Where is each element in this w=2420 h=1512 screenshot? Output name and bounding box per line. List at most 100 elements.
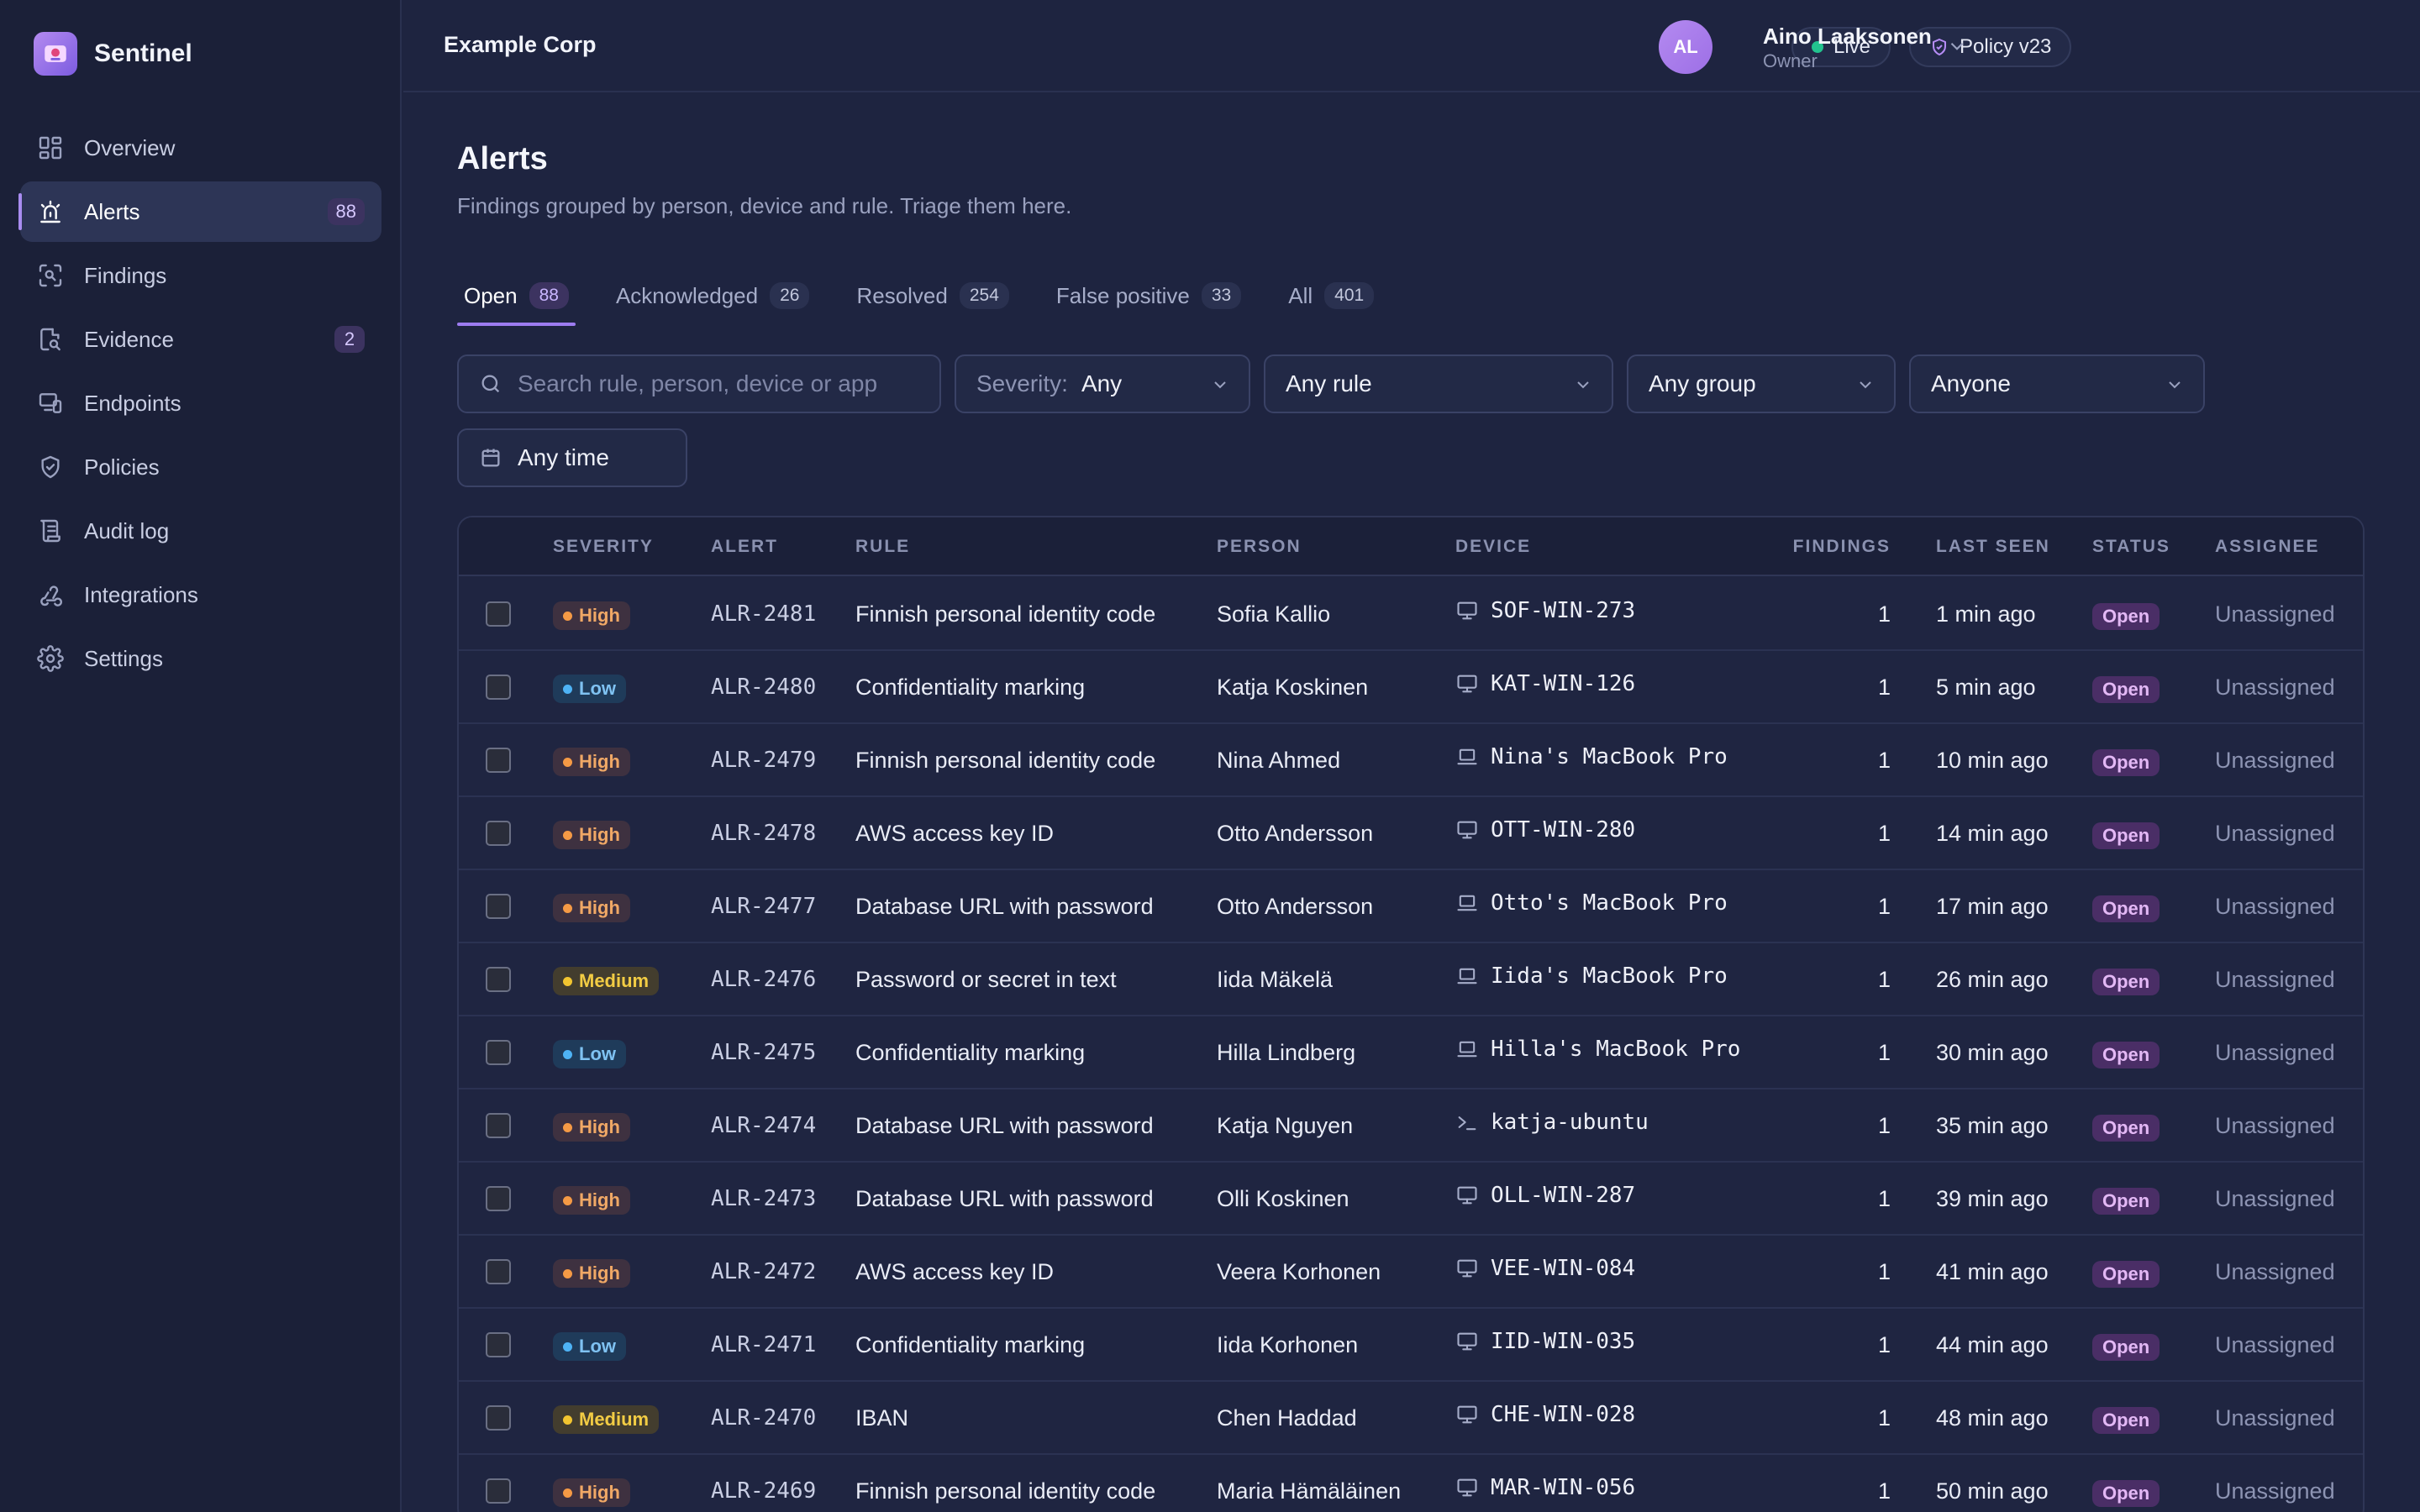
row-checkbox[interactable] — [486, 1332, 511, 1357]
assignee[interactable]: Unassigned — [2215, 675, 2335, 701]
table-row[interactable]: High ALR-2469 Finnish personal identity co… — [459, 1455, 2363, 1512]
device: VEE-WIN-084 — [1455, 1256, 1635, 1281]
alert-id[interactable]: ALR-2480 — [711, 675, 816, 700]
person-name: Otto Andersson — [1217, 821, 1374, 846]
assignee[interactable]: Unassigned — [2215, 1186, 2335, 1212]
row-checkbox[interactable] — [486, 1405, 511, 1431]
sidebar-item-integrations[interactable]: Integrations — [20, 564, 381, 625]
assignee[interactable]: Unassigned — [2215, 1478, 2335, 1504]
assignee[interactable]: Unassigned — [2215, 821, 2335, 847]
alert-id[interactable]: ALR-2471 — [711, 1332, 816, 1357]
user-name[interactable]: Aino Laaksonen — [1763, 24, 1932, 50]
search-input[interactable] — [518, 370, 887, 397]
column-header-findings[interactable]: FINDINGS — [1793, 537, 1891, 557]
alert-id[interactable]: ALR-2479 — [711, 748, 816, 773]
assignee-select[interactable]: Anyone — [1909, 354, 2205, 413]
assignee[interactable]: Unassigned — [2215, 1040, 2335, 1066]
rule-name: Finnish personal identity code — [855, 748, 1156, 773]
column-header-alert[interactable]: ALERT — [711, 537, 778, 557]
row-checkbox[interactable] — [486, 967, 511, 992]
sidebar-item-findings[interactable]: Findings — [20, 245, 381, 306]
severity-dot-icon — [563, 1195, 572, 1205]
column-header-severity[interactable]: SEVERITY — [553, 537, 654, 557]
rule-name: Database URL with password — [855, 894, 1154, 919]
group-select[interactable]: Any group — [1627, 354, 1896, 413]
table-row[interactable]: Low ALR-2471 Confidentiality marking Iida K… — [459, 1309, 2363, 1382]
tab-acknowledged[interactable]: Acknowledged 26 — [609, 265, 816, 326]
table-row[interactable]: High ALR-2477 Database URL with password Ot… — [459, 870, 2363, 943]
row-checkbox[interactable] — [486, 748, 511, 773]
assignee[interactable]: Unassigned — [2215, 748, 2335, 774]
alert-id[interactable]: ALR-2469 — [711, 1478, 816, 1504]
top-header: Example Corp Live Policy v23 AL Aino Laa… — [403, 0, 2420, 92]
tab-resolved[interactable]: Resolved 254 — [850, 265, 1015, 326]
table-row[interactable]: High ALR-2478 AWS access key ID Otto Anders… — [459, 797, 2363, 870]
tab-false-positive[interactable]: False positive 33 — [1050, 265, 1248, 326]
tab-open[interactable]: Open 88 — [457, 265, 576, 326]
sidebar-item-overview[interactable]: Overview — [20, 118, 381, 178]
sidebar-item-audit-log[interactable]: Audit log — [20, 501, 381, 561]
alert-id[interactable]: ALR-2473 — [711, 1186, 816, 1211]
chevron-down-icon — [1214, 381, 1226, 389]
table-row[interactable]: High ALR-2472 AWS access key ID Veera Korho… — [459, 1236, 2363, 1309]
tab-all[interactable]: All 401 — [1281, 265, 1381, 326]
table-row[interactable]: Low ALR-2480 Confidentiality marking Katja … — [459, 651, 2363, 724]
table-row[interactable]: High ALR-2473 Database URL with password Ol… — [459, 1163, 2363, 1236]
time-select[interactable]: Any time — [457, 428, 687, 487]
table-row[interactable]: Medium ALR-2470 IBAN Chen Haddad CHE-WIN-028… — [459, 1382, 2363, 1455]
assignee[interactable]: Unassigned — [2215, 601, 2335, 627]
row-checkbox[interactable] — [486, 675, 511, 700]
row-checkbox[interactable] — [486, 1478, 511, 1504]
table-row[interactable]: Medium ALR-2476 Password or secret in text… — [459, 943, 2363, 1016]
rule-select[interactable]: Any rule — [1264, 354, 1613, 413]
sidebar-item-policies[interactable]: Policies — [20, 437, 381, 497]
assignee[interactable]: Unassigned — [2215, 1259, 2335, 1285]
column-header-last-seen[interactable]: LAST SEEN — [1936, 537, 2050, 557]
laptop-icon — [1457, 968, 1477, 984]
assignee[interactable]: Unassigned — [2215, 894, 2335, 920]
calendar-icon — [481, 449, 500, 467]
alert-id[interactable]: ALR-2478 — [711, 821, 816, 846]
assignee[interactable]: Unassigned — [2215, 1332, 2335, 1358]
row-checkbox[interactable] — [486, 1113, 511, 1138]
sidebar-item-endpoints[interactable]: Endpoints — [20, 373, 381, 433]
column-header-assignee[interactable]: ASSIGNEE — [2215, 537, 2320, 557]
org-name[interactable]: Example Corp — [444, 32, 597, 58]
row-checkbox[interactable] — [486, 601, 511, 627]
sidebar-item-evidence[interactable]: Evidence 2 — [20, 309, 381, 370]
search-box[interactable] — [457, 354, 941, 413]
alert-id[interactable]: ALR-2481 — [711, 601, 816, 627]
assignee[interactable]: Unassigned — [2215, 1113, 2335, 1139]
rule-name: Password or secret in text — [855, 967, 1117, 992]
alert-id[interactable]: ALR-2472 — [711, 1259, 816, 1284]
row-checkbox[interactable] — [486, 894, 511, 919]
alert-id[interactable]: ALR-2470 — [711, 1405, 816, 1431]
alert-id[interactable]: ALR-2476 — [711, 967, 816, 992]
alert-id[interactable]: ALR-2477 — [711, 894, 816, 919]
row-checkbox[interactable] — [486, 1186, 511, 1211]
alert-id[interactable]: ALR-2475 — [711, 1040, 816, 1065]
alert-id[interactable]: ALR-2474 — [711, 1113, 816, 1138]
column-header-rule[interactable]: RULE — [855, 537, 910, 557]
chevron-down-icon[interactable] — [1946, 35, 1968, 57]
column-header-person[interactable]: PERSON — [1217, 537, 1302, 557]
table-row[interactable]: High ALR-2479 Finnish personal identity co… — [459, 724, 2363, 797]
findings-count: 1 — [1877, 1186, 1891, 1211]
column-header-status[interactable]: STATUS — [2092, 537, 2170, 557]
row-checkbox[interactable] — [486, 821, 511, 846]
table-row[interactable]: High ALR-2481 Finnish personal identity co… — [459, 578, 2363, 651]
avatar[interactable]: AL — [1659, 20, 1712, 74]
sidebar-item-alerts[interactable]: Alerts 88 — [18, 181, 381, 242]
assignee[interactable]: Unassigned — [2215, 1405, 2335, 1431]
column-header-device[interactable]: DEVICE — [1455, 537, 1531, 557]
severity-select[interactable]: Severity: Any — [955, 354, 1250, 413]
sidebar-item-settings[interactable]: Settings — [20, 628, 381, 689]
assignee[interactable]: Unassigned — [2215, 967, 2335, 993]
table-row[interactable]: Low ALR-2475 Confidentiality marking Hilla … — [459, 1016, 2363, 1089]
brand[interactable]: Sentinel — [34, 32, 192, 76]
row-checkbox[interactable] — [486, 1259, 511, 1284]
row-checkbox[interactable] — [486, 1040, 511, 1065]
policy-version-pill[interactable]: Policy v23 — [1909, 27, 2072, 67]
table-row[interactable]: High ALR-2474 Database URL with password Ka… — [459, 1089, 2363, 1163]
findings-count: 1 — [1877, 1259, 1891, 1284]
